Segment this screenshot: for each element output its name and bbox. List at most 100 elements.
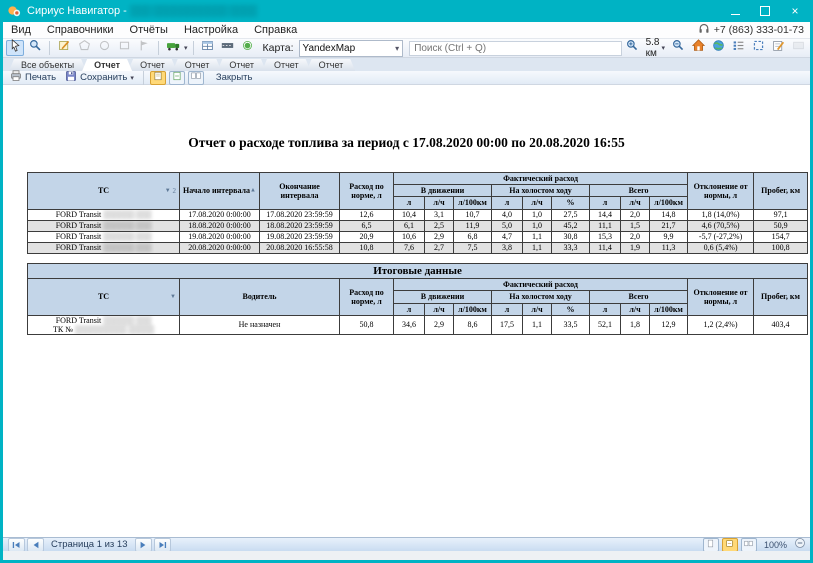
data-cell: 17,5: [492, 315, 523, 334]
table-view-button[interactable]: [199, 40, 217, 56]
edit-map-button[interactable]: [55, 40, 73, 56]
col-header-idle: На холостом ходу: [492, 291, 590, 303]
save-button[interactable]: Сохранить ▾: [62, 72, 137, 84]
col-header-deviation[interactable]: Отклонение от нормы, л: [688, 173, 754, 210]
zoom-level: 100%: [764, 540, 787, 550]
vehicle-button[interactable]: [164, 40, 182, 56]
toolbar-separator: [143, 71, 144, 85]
data-cell: 10,7: [454, 209, 492, 220]
globe-sync-button[interactable]: [239, 40, 257, 56]
vehicle-name-redacted: ▒▒▒▒▒▒ ▒▒▒: [103, 232, 151, 241]
list-button[interactable]: [729, 40, 747, 56]
menu-item-3[interactable]: Настройка: [176, 22, 246, 38]
view-page-width-button[interactable]: [169, 71, 185, 85]
tab-3[interactable]: Отчет: [173, 59, 222, 71]
road-icon: [221, 39, 234, 57]
sb-view-pages-button[interactable]: [741, 538, 757, 552]
printer-icon: [10, 70, 22, 85]
summary-table: Итоговые данные ТС▼ Водитель Расход по н…: [27, 263, 808, 336]
selection-frame-button[interactable]: [749, 40, 767, 56]
menu-items: ВидСправочникиОтчётыНастройкаСправка: [3, 22, 305, 38]
next-page-icon: [139, 541, 147, 549]
tab-5[interactable]: Отчет: [262, 59, 311, 71]
col-header-end[interactable]: Окончание интервала: [260, 173, 340, 210]
support-phone-number: +7 (863) 333-01-73: [714, 24, 804, 36]
hand-tool-button[interactable]: [6, 40, 24, 56]
zoom-tool-button[interactable]: [26, 40, 44, 56]
col-header-start[interactable]: Начало интервала▲: [180, 173, 260, 210]
col-header-deviation[interactable]: Отклонение от нормы, л: [688, 279, 754, 316]
home-icon: [692, 39, 705, 57]
tab-1-active[interactable]: Отчет: [82, 59, 132, 71]
col-header-tc[interactable]: ТС▼: [28, 279, 180, 316]
maximize-button[interactable]: [750, 0, 780, 22]
search-input[interactable]: [409, 41, 621, 56]
data-cell: 154,7: [754, 231, 808, 242]
data-cell: 21,7: [650, 220, 688, 231]
vehicle-cell: FORD Transit ▒▒▒▒▒▒ ▒▒▒ТК № ▒▒▒▒▒▒▒▒▒▒ ▒…: [28, 315, 180, 334]
route-tool-button[interactable]: [135, 40, 153, 56]
col-header-driver[interactable]: Водитель: [180, 279, 340, 316]
vehicle-name: FORD Transit: [56, 210, 104, 219]
view-actual-size-button[interactable]: [150, 71, 166, 85]
col-header-idle: На холостом ходу: [492, 185, 590, 197]
tab-4[interactable]: Отчет: [217, 59, 266, 71]
page-icon: [153, 71, 163, 84]
report-toolbar: Печать Сохранить ▾ Закрыть: [3, 71, 810, 85]
next-page-button[interactable]: [135, 538, 152, 552]
data-cell: 4,6 (70,5%): [688, 220, 754, 231]
save-label: Сохранить: [80, 72, 127, 83]
rectangle-tool-button[interactable]: [115, 40, 133, 56]
map-scale-dropdown[interactable]: 5.8 км▾: [644, 37, 667, 59]
last-page-button[interactable]: [154, 538, 171, 552]
first-page-button[interactable]: [8, 538, 25, 552]
sb-view-actual-button[interactable]: [703, 538, 719, 552]
print-button[interactable]: Печать: [7, 72, 59, 84]
map-select[interactable]: YandexMap▾: [299, 40, 404, 57]
prev-page-button[interactable]: [27, 538, 44, 552]
tab-6[interactable]: Отчет: [307, 59, 356, 71]
sort-badge-value: 2: [173, 187, 177, 195]
data-cell: 1,1: [523, 231, 552, 242]
polygon-tool-button[interactable]: [75, 40, 93, 56]
vehicle-cell: FORD Transit ▒▒▒▒▒▒ ▒▒▒: [28, 209, 180, 220]
zoom-out-icon: [672, 39, 685, 57]
vehicle-caret-icon[interactable]: ▾: [184, 44, 188, 52]
zoom-in-button[interactable]: [624, 40, 642, 56]
globe-button[interactable]: [709, 40, 727, 56]
data-cell: 403,4: [754, 315, 808, 334]
col-header-norm[interactable]: Расход по норме, л: [340, 173, 394, 210]
page-width-icon: [172, 71, 182, 84]
close-report-button[interactable]: Закрыть: [213, 72, 256, 84]
vehicle-name: FORD Transit: [56, 316, 104, 325]
circle-tool-button[interactable]: [95, 40, 113, 56]
data-cell: 20,9: [340, 231, 394, 242]
panel-button[interactable]: [789, 40, 807, 56]
edit-note-button[interactable]: [769, 40, 787, 56]
data-cell: 10,6: [394, 231, 425, 242]
data-cell: 18.08.2020 0:00:00: [180, 220, 260, 231]
zoom-decrease-button[interactable]: [794, 537, 806, 552]
col-header-mileage[interactable]: Пробег, км: [754, 173, 808, 210]
col-header-tc[interactable]: ТС▼ 2: [28, 173, 180, 210]
data-cell: 2,0: [621, 231, 650, 242]
road-button[interactable]: [219, 40, 237, 56]
minimize-button[interactable]: [720, 0, 750, 22]
truck-icon: [166, 39, 181, 57]
close-button[interactable]: ×: [780, 0, 810, 22]
data-cell: 6,8: [454, 231, 492, 242]
tab-2[interactable]: Отчет: [128, 59, 177, 71]
menu-item-2[interactable]: Отчёты: [122, 22, 176, 38]
close-icon: ×: [791, 4, 798, 18]
home-button[interactable]: [689, 40, 707, 56]
minimize-icon: [731, 14, 740, 15]
col-header-mileage[interactable]: Пробег, км: [754, 279, 808, 316]
menu-item-0[interactable]: Вид: [3, 22, 39, 38]
col-header-norm[interactable]: Расход по норме, л: [340, 279, 394, 316]
menu-item-4[interactable]: Справка: [246, 22, 305, 38]
sb-view-width-button[interactable]: [722, 538, 738, 552]
menu-item-1[interactable]: Справочники: [39, 22, 122, 38]
prev-page-icon: [32, 541, 40, 549]
view-whole-page-button[interactable]: [188, 71, 204, 85]
zoom-out-button[interactable]: [669, 40, 687, 56]
